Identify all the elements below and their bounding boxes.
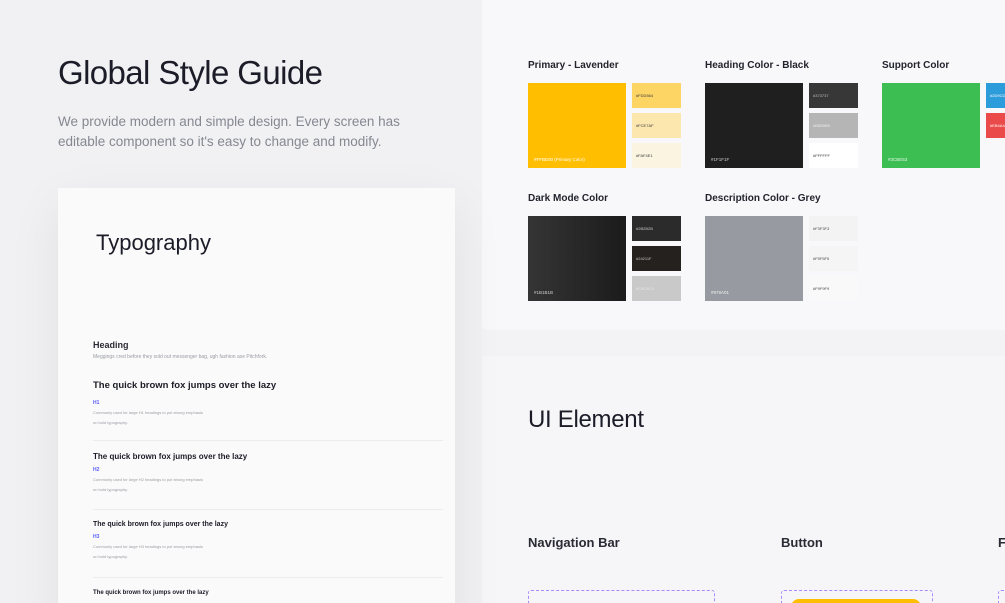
- divider: [93, 440, 443, 441]
- typo-tag: H2: [93, 467, 100, 473]
- swatch-caption: #FAF4E1: [636, 153, 653, 158]
- typo-sample-text: The quick brown fox jumps over the lazy: [93, 590, 209, 596]
- swatch-caption: #FFFFFF: [813, 153, 830, 158]
- typo-tag: H3: [93, 534, 100, 540]
- typo-desc: Commonly used for large H1 headings to p…: [93, 410, 203, 425]
- typography-title: Typography: [96, 230, 211, 255]
- primary-button[interactable]: [791, 599, 921, 603]
- ui-element-title: UI Element: [528, 406, 644, 433]
- heading-description: Meggings cred before they sold out messe…: [93, 354, 268, 360]
- dark-shade-swatch: #2B2B2B: [632, 216, 681, 241]
- heading-main-swatch: #1F1F1F: [705, 83, 803, 168]
- support-main-swatch: #3CBE53: [882, 83, 980, 168]
- typography-card: Typography Heading Meggings cred before …: [58, 188, 455, 603]
- heading-shade-swatch: #FFFFFF: [809, 143, 858, 168]
- swatch-caption: #FCE7AF: [636, 123, 654, 128]
- swatch-caption: #2B2B2B: [636, 226, 653, 231]
- swatch-caption: #2D9CDB: [990, 93, 1005, 98]
- description-color-label: Description Color - Grey: [705, 193, 821, 204]
- swatch-caption: #FFBE00 (Primary Color): [534, 157, 585, 162]
- next-section-frame: [998, 590, 1005, 603]
- heading-shade-swatch: #373737: [809, 83, 858, 108]
- dark-main-swatch: #1B1B1B: [528, 216, 626, 301]
- typo-sample-h4: The quick brown fox jumps over the lazy: [93, 590, 443, 596]
- swatch-caption: #F3F3F3: [813, 226, 830, 231]
- support-color-label: Support Color: [882, 60, 950, 71]
- swatch-caption: #24211F: [636, 256, 652, 261]
- grey-shade-swatch: #F9F9F9: [809, 276, 858, 301]
- swatch-caption: #FDD564: [636, 93, 654, 98]
- button-label: Button: [781, 535, 823, 550]
- swatch-caption: #F9F9F9: [813, 286, 830, 291]
- dark-mode-color-label: Dark Mode Color: [528, 193, 609, 204]
- swatch-caption: #F5F5F5: [813, 256, 830, 261]
- primary-main-swatch: #FFBE00 (Primary Color): [528, 83, 626, 168]
- swatch-caption: #B5B5B5: [813, 123, 830, 128]
- typo-sample-h2: The quick brown fox jumps over the lazy …: [93, 452, 443, 495]
- grey-shade-swatch: #F3F3F3: [809, 216, 858, 241]
- heading-shade-swatch: #B5B5B5: [809, 113, 858, 138]
- page-subtitle: We provide modern and simple design. Eve…: [58, 114, 400, 149]
- dark-shade-swatch: #24211F: [632, 246, 681, 271]
- swatch-caption: #C9C9C9: [636, 286, 654, 291]
- typo-sample-h1: The quick brown fox jumps over the lazy …: [93, 380, 443, 428]
- typo-desc: Commonly used for large H3 headings to p…: [93, 544, 203, 559]
- grey-main-swatch: #979A01: [705, 216, 803, 301]
- support-shade-swatch: #2D9CDB: [986, 83, 1005, 108]
- ui-element-panel: [482, 356, 1005, 603]
- heading-color-label: Heading Color - Black: [705, 60, 809, 71]
- primary-shade-swatch: #FAF4E1: [632, 143, 681, 168]
- typo-sample-text: The quick brown fox jumps over the lazy: [93, 521, 228, 528]
- divider: [93, 509, 443, 510]
- primary-color-label: Primary - Lavender: [528, 60, 619, 71]
- swatch-caption: #3CBE53: [888, 157, 908, 162]
- navigation-bar-label: Navigation Bar: [528, 535, 620, 550]
- page-title: Global Style Guide: [58, 54, 323, 91]
- style-guide-page: Global Style Guide We provide modern and…: [0, 0, 1005, 603]
- typo-sample-h3: The quick brown fox jumps over the lazy …: [93, 521, 443, 562]
- navigation-bar-frame: [528, 590, 715, 603]
- dark-shade-swatch: #C9C9C9: [632, 276, 681, 301]
- swatch-caption: #373737: [813, 93, 829, 98]
- swatch-caption: #979A01: [711, 290, 730, 295]
- support-shade-swatch: #EB4A4A: [986, 113, 1005, 138]
- primary-shade-swatch: #FDD564: [632, 83, 681, 108]
- typo-sample-text: The quick brown fox jumps over the lazy: [93, 452, 248, 461]
- heading-label: Heading: [93, 340, 129, 350]
- swatch-caption: #EB4A4A: [990, 123, 1005, 128]
- grey-shade-swatch: #F5F5F5: [809, 246, 858, 271]
- typo-sample-text: The quick brown fox jumps over the lazy: [93, 380, 277, 391]
- next-section-label: F: [998, 535, 1005, 550]
- typo-desc: Commonly used for large H2 headings to p…: [93, 477, 203, 492]
- swatch-caption: #1B1B1B: [534, 290, 554, 295]
- swatch-caption: #1F1F1F: [711, 157, 730, 162]
- typo-tag: H1: [93, 400, 100, 406]
- primary-shade-swatch: #FCE7AF: [632, 113, 681, 138]
- divider: [93, 577, 443, 578]
